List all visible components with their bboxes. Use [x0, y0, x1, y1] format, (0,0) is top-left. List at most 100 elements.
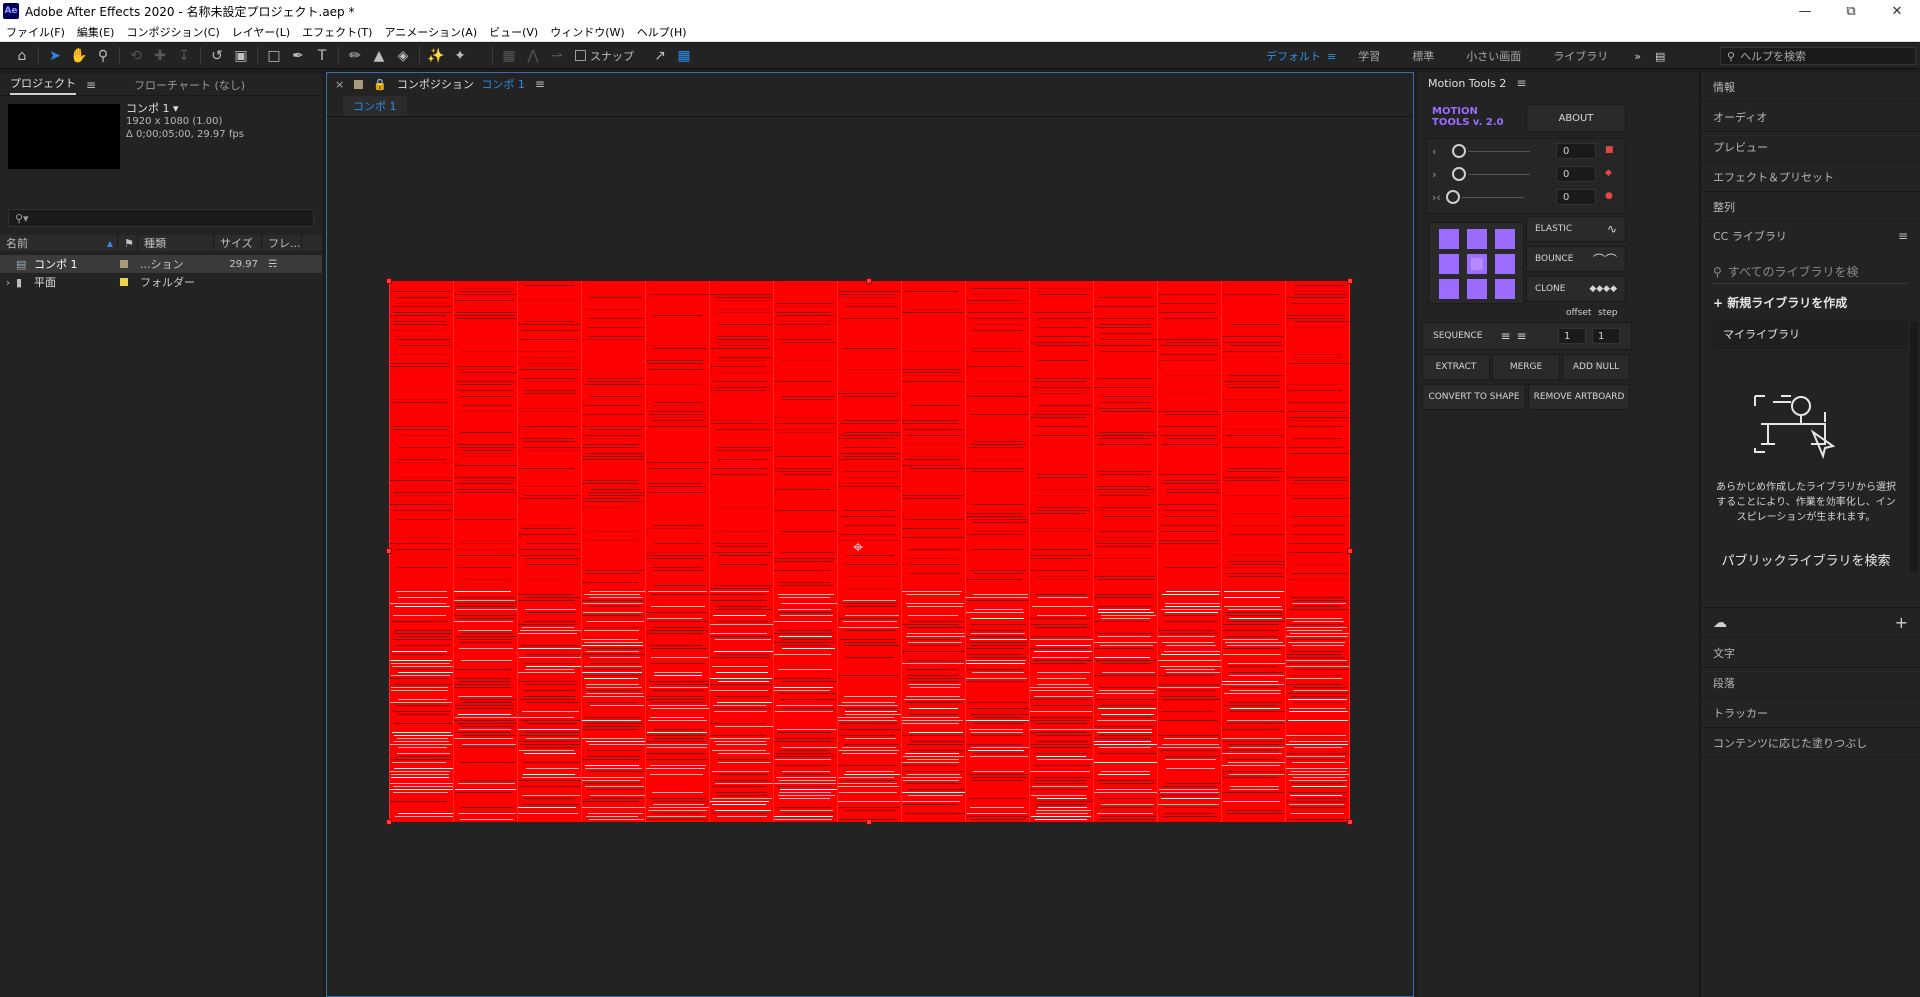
extract-button[interactable]: EXTRACT — [1422, 354, 1490, 380]
menu-effect[interactable]: エフェクト(T) — [296, 24, 378, 40]
anchor-center[interactable] — [1467, 254, 1487, 274]
pen-tool-icon[interactable]: ✒ — [286, 45, 310, 67]
workspace-libraries[interactable]: ライブラリ — [1537, 48, 1624, 64]
col-frame-rate[interactable]: フレ... — [262, 235, 302, 251]
local-axis-icon[interactable]: ▦ — [497, 45, 521, 67]
transform-handle[interactable] — [1347, 548, 1353, 554]
anchor-point-icon[interactable]: ⌖ — [853, 537, 863, 558]
panel-tracker[interactable]: トラッカー — [1701, 698, 1920, 728]
panel-menu-icon[interactable]: ≡ — [535, 77, 545, 91]
panel-layout-icon[interactable]: ▤ — [1651, 50, 1669, 63]
puppet-pin-tool-icon[interactable]: ✦ — [448, 45, 472, 67]
clone-stamp-tool-icon[interactable]: ▲ — [367, 45, 391, 67]
rectangle-tool-icon[interactable]: □ — [262, 45, 286, 67]
cc-libraries-scrollbar[interactable] — [1910, 322, 1918, 572]
expand-chevron-icon[interactable]: › — [0, 276, 16, 289]
anchor-top-left[interactable] — [1439, 229, 1459, 249]
sequence-step-input[interactable]: 1 — [1592, 328, 1620, 344]
anchor-top-right[interactable] — [1495, 229, 1515, 249]
snap-grid-icon[interactable]: ▦ — [672, 45, 696, 67]
merge-button[interactable]: MERGE — [1492, 354, 1560, 380]
view-axis-icon[interactable]: ⇀ — [545, 45, 569, 67]
project-search-input[interactable]: ⚲▾ — [8, 209, 314, 227]
transform-handle[interactable] — [866, 278, 872, 284]
menu-view[interactable]: ビュー(V) — [483, 24, 544, 40]
rotate-tool-icon[interactable]: ↺ — [205, 45, 229, 67]
brush-tool-icon[interactable]: ✏ — [343, 45, 367, 67]
more-workspaces-icon[interactable]: » — [1624, 50, 1651, 63]
maximize-button[interactable]: ⧉ — [1828, 0, 1874, 22]
label-color-swatch[interactable] — [120, 278, 128, 286]
panel-align[interactable]: 整列 — [1701, 192, 1920, 222]
hand-tool-icon[interactable]: ✋ — [67, 45, 91, 67]
orbit-camera-icon[interactable]: ⟲ — [124, 45, 148, 67]
panel-info[interactable]: 情報 — [1701, 72, 1920, 102]
workspace-learn[interactable]: 学習 — [1342, 48, 1396, 64]
ease-both-keyframe-icon[interactable]: ● — [1605, 191, 1613, 201]
lock-icon[interactable]: 🔒 — [373, 78, 387, 91]
label-color-swatch[interactable] — [120, 260, 128, 268]
panel-menu-icon[interactable]: ≡ — [86, 78, 96, 92]
workspace-menu-icon[interactable]: ≡ — [1327, 50, 1336, 63]
pan-behind-tool-icon[interactable]: ▣ — [229, 45, 253, 67]
bounce-button[interactable]: BOUNCE ⌒⌒ — [1526, 246, 1626, 272]
close-tab-icon[interactable]: × — [335, 78, 344, 91]
col-type[interactable]: 種類 — [138, 235, 214, 251]
anchor-bottom-right[interactable] — [1495, 279, 1515, 299]
menu-file[interactable]: ファイル(F) — [0, 24, 71, 40]
workspace-standard[interactable]: 標準 — [1396, 48, 1450, 64]
add-null-button[interactable]: ADD NULL — [1562, 354, 1630, 380]
col-name[interactable]: 名前 ▲ — [0, 235, 118, 251]
sequence-offset-input[interactable]: 1 — [1558, 328, 1586, 344]
anchor-left[interactable] — [1439, 254, 1459, 274]
workspace-small-screen[interactable]: 小さい画面 — [1450, 48, 1537, 64]
menu-composition[interactable]: コンポジション(C) — [120, 24, 225, 40]
comp-navigator-tab[interactable]: コンポ 1 — [343, 95, 407, 116]
zoom-tool-icon[interactable]: ⚲ — [91, 45, 115, 67]
cc-libraries-title[interactable]: CC ライブラリ — [1713, 228, 1787, 244]
dolly-camera-icon[interactable]: ↧ — [172, 45, 196, 67]
elastic-button[interactable]: ELASTIC ∿ — [1526, 216, 1626, 242]
panel-paragraph[interactable]: 段落 — [1701, 668, 1920, 698]
eraser-tool-icon[interactable]: ◈ — [391, 45, 415, 67]
sequence-forward-icon[interactable]: ≡ — [1500, 329, 1510, 343]
anchor-bottom-left[interactable] — [1439, 279, 1459, 299]
anchor-right[interactable] — [1495, 254, 1515, 274]
panel-audio[interactable]: オーディオ — [1701, 102, 1920, 132]
remove-artboard-button[interactable]: REMOVE ARTBOARD — [1528, 384, 1630, 410]
anchor-top[interactable] — [1467, 229, 1487, 249]
panel-effects-presets[interactable]: エフェクト＆プリセット — [1701, 162, 1920, 192]
transform-handle[interactable] — [866, 819, 872, 825]
clone-button[interactable]: CLONE ◆◆◆◆ — [1526, 276, 1626, 302]
project-item-comp[interactable]: ▤ コンポ 1 ...ション 29.97 ☴ — [0, 255, 322, 273]
home-icon[interactable]: ⌂ — [10, 45, 34, 67]
close-button[interactable]: ✕ — [1874, 0, 1920, 22]
transform-handle[interactable] — [386, 819, 392, 825]
selection-tool-icon[interactable]: ➤ — [43, 45, 67, 67]
tab-flowchart[interactable]: フローチャート (なし) — [134, 77, 245, 93]
composition-canvas[interactable] — [389, 281, 1350, 822]
ease-out-keyframe-icon[interactable]: ◆ — [1605, 168, 1612, 178]
browse-public-libraries-link[interactable]: パブリックライブラリを検索 — [1713, 552, 1899, 571]
flowchart-icon[interactable]: ☴ — [268, 259, 277, 270]
create-library-button[interactable]: + 新規ライブラリを作成 — [1713, 294, 1908, 311]
transform-handle[interactable] — [1347, 819, 1353, 825]
help-search-input[interactable]: ⚲ ヘルプを検索 — [1720, 47, 1916, 65]
library-search-input[interactable]: ⚲ すべてのライブラリを検 — [1713, 260, 1908, 284]
label-tag-icon[interactable]: ⚑ — [118, 235, 138, 251]
menu-layer[interactable]: レイヤー(L) — [226, 24, 296, 40]
minimize-button[interactable]: — — [1782, 0, 1828, 22]
about-button[interactable]: ABOUT — [1526, 104, 1626, 132]
snap-options-icon[interactable]: ↗ — [648, 45, 672, 67]
panel-menu-icon[interactable]: ≡ — [1898, 229, 1908, 243]
menu-edit[interactable]: 編集(E) — [71, 24, 121, 40]
panel-menu-icon[interactable]: ≡ — [1516, 76, 1526, 90]
comp-info-name[interactable]: コンポ 1 ▾ — [126, 102, 244, 115]
ease-in-keyframe-icon[interactable]: ■ — [1605, 145, 1614, 155]
transform-handle[interactable] — [386, 548, 392, 554]
my-library-item[interactable]: マイライブラリ — [1713, 319, 1908, 349]
add-icon[interactable]: + — [1895, 613, 1908, 632]
panel-content-aware-fill[interactable]: コンテンツに応じた塗りつぶし — [1701, 728, 1920, 758]
type-tool-icon[interactable]: T — [310, 45, 334, 67]
sequence-label[interactable]: SEQUENCE — [1433, 331, 1482, 341]
